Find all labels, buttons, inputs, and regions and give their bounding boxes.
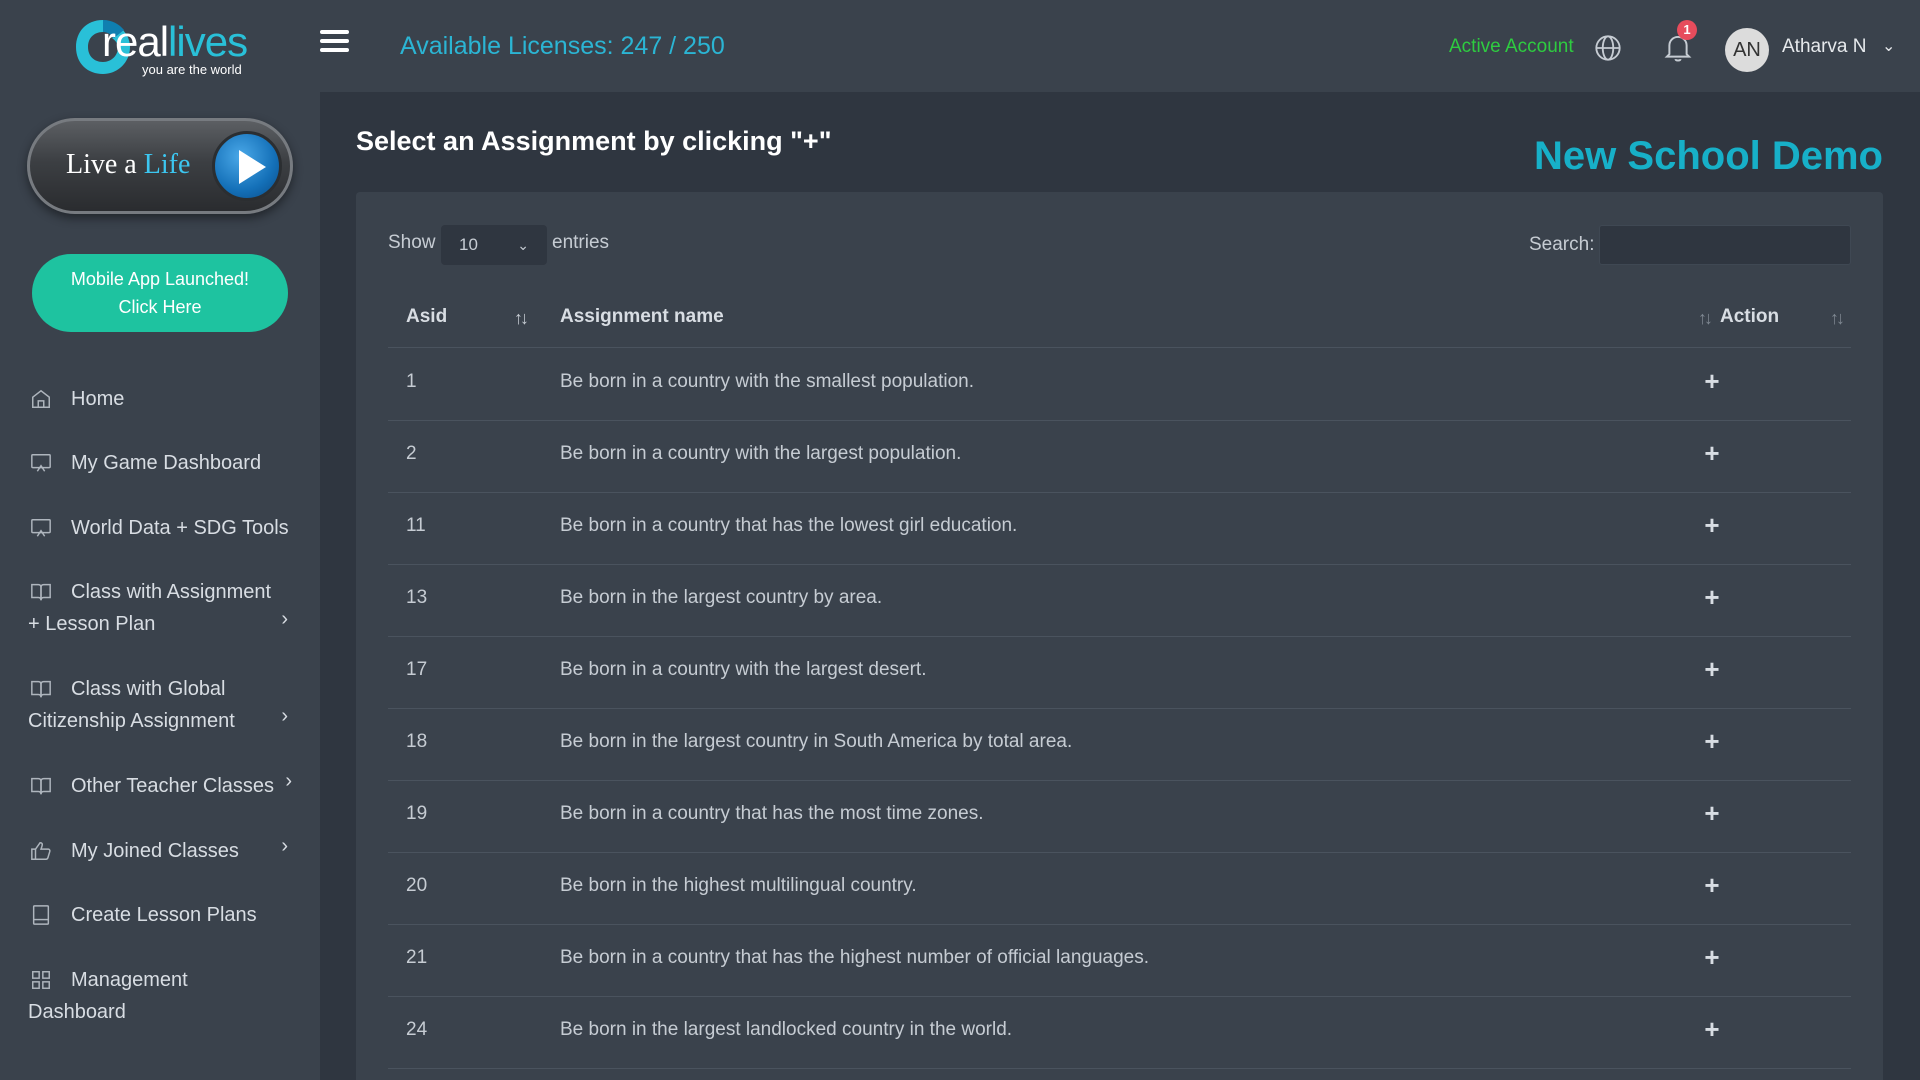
chevron-right-icon: › [281, 835, 288, 857]
search-label: Search: [1529, 234, 1595, 255]
asid-cell: 24 [406, 1019, 428, 1040]
sidebar: reallives you are the world Live a Life … [0, 0, 320, 1080]
mobile-app-line2: Click Here [118, 297, 202, 317]
sidebar-item-class-global[interactable]: Class with Global Citizenship Assignment… [28, 673, 300, 737]
chevron-down-icon[interactable]: ⌄ [1882, 36, 1895, 56]
table-row: 19 Be born in a country that has the mos… [388, 781, 1851, 853]
assignment-name-cell: Be born in a country that has the highes… [560, 947, 1150, 968]
logo-wordmark: reallives [102, 18, 248, 65]
assignment-name-cell: Be born in a country that has the most t… [560, 803, 984, 824]
show-label: Show [388, 232, 436, 253]
home-icon [32, 389, 50, 408]
assignment-name-cell: Be born in a country with the smallest p… [560, 371, 975, 392]
assignment-name-cell: Be born in the largest country in South … [560, 731, 1073, 752]
table-row: 21 Be born in a country that has the hig… [388, 925, 1851, 997]
add-assignment-button[interactable]: + [1698, 727, 1726, 755]
asid-cell: 17 [406, 659, 428, 680]
notification-badge: 1 [1677, 20, 1697, 40]
globe-icon[interactable] [1594, 34, 1622, 62]
top-bar: Available Licenses: 247 / 250 Active Acc… [320, 0, 1920, 92]
table-row: 11 Be born in a country that has the low… [388, 493, 1851, 565]
asid-cell: 1 [406, 371, 417, 392]
table-row: 18 Be born in the largest country in Sou… [388, 709, 1851, 781]
entries-label: entries [552, 232, 610, 253]
chevron-right-icon: › [281, 608, 288, 630]
sidebar-item-other-teacher-classes[interactable]: Other Teacher Classes › [28, 770, 300, 802]
chevron-right-icon: › [285, 770, 292, 792]
column-header-assignment-name[interactable]: Assignment name [560, 306, 724, 328]
add-assignment-button[interactable]: + [1698, 655, 1726, 683]
mobile-app-button[interactable]: Mobile App Launched! Click Here [32, 254, 288, 332]
sidebar-item-create-lesson-plans[interactable]: Create Lesson Plans [28, 899, 300, 931]
add-assignment-button[interactable]: + [1698, 871, 1726, 899]
book-icon [31, 680, 51, 698]
book-icon [31, 583, 51, 601]
user-name[interactable]: Atharva N [1782, 36, 1866, 58]
add-assignment-button[interactable]: + [1698, 439, 1726, 467]
monitor-icon [31, 519, 51, 537]
table-row: 20 Be born in the highest multilingual c… [388, 853, 1851, 925]
table-row: 17 Be born in a country with the largest… [388, 637, 1851, 709]
sidebar-item-management-dashboard[interactable]: Management Dashboard [28, 964, 300, 1028]
table-row: 1 Be born in a country with the smallest… [388, 349, 1851, 421]
sort-icon[interactable]: ↑↓ [1830, 308, 1845, 329]
available-licenses: Available Licenses: 247 / 250 [400, 32, 725, 60]
thumbs-up-icon [31, 842, 51, 860]
add-assignment-button[interactable]: + [1698, 799, 1726, 827]
school-name: New School Demo [1534, 134, 1883, 178]
live-a-life-button[interactable]: Live a Life [27, 118, 293, 214]
page-title: Select an Assignment by clicking "+" [356, 126, 832, 156]
table-header: Asid ↑↓ Assignment name ↑↓ Action ↑↓ [388, 292, 1851, 348]
monitor-icon [31, 454, 51, 472]
page-size-select[interactable]: 10 ⌄ [441, 225, 547, 265]
add-assignment-button[interactable]: + [1698, 583, 1726, 611]
hamburger-menu-icon[interactable] [320, 30, 352, 58]
asid-cell: 20 [406, 875, 428, 896]
notebook-icon [32, 905, 50, 925]
assignment-name-cell: Be born in a country with the largest po… [560, 443, 962, 464]
asid-cell: 21 [406, 947, 428, 968]
sidebar-item-joined-classes[interactable]: My Joined Classes › [28, 835, 300, 867]
assignment-name-cell: Be born in a country that has the lowest… [560, 515, 1018, 536]
logo-tagline: you are the world [142, 62, 242, 77]
sidebar-item-world-data[interactable]: World Data + SDG Tools [28, 512, 300, 544]
sidebar-item-home[interactable]: Home [28, 383, 300, 415]
table-row: 13 Be born in the largest country by are… [388, 565, 1851, 637]
sidebar-item-class-assignment[interactable]: Class with Assignment + Lesson Plan › [28, 576, 300, 640]
asid-cell: 13 [406, 587, 428, 608]
assignment-name-cell: Be born in the highest multilingual coun… [560, 875, 917, 896]
column-header-asid[interactable]: Asid [406, 306, 447, 328]
asid-cell: 2 [406, 443, 417, 464]
chevron-down-icon: ⌄ [517, 237, 529, 253]
sidebar-item-game-dashboard[interactable]: My Game Dashboard [28, 447, 300, 479]
add-assignment-button[interactable]: + [1698, 1015, 1726, 1043]
table-row: 2 Be born in a country with the largest … [388, 421, 1851, 493]
live-a-life-label: Live a Life [66, 149, 191, 180]
asid-cell: 11 [406, 515, 426, 536]
avatar[interactable]: AN [1725, 28, 1769, 72]
play-icon [212, 131, 282, 201]
asid-cell: 18 [406, 731, 428, 752]
assignments-table-card: Show 10 ⌄ entries Search: Asid ↑↓ Assign… [356, 192, 1883, 1080]
table-row: 24 Be born in the largest landlocked cou… [388, 997, 1851, 1069]
add-assignment-button[interactable]: + [1698, 367, 1726, 395]
mobile-app-line1: Mobile App Launched! [70, 269, 250, 289]
account-status: Active Account [1449, 36, 1574, 57]
add-assignment-button[interactable]: + [1698, 943, 1726, 971]
column-header-action[interactable]: Action [1720, 306, 1779, 328]
assignment-name-cell: Be born in the largest landlocked countr… [560, 1019, 1013, 1040]
sort-icon[interactable]: ↑↓ [1698, 308, 1713, 329]
search-input[interactable] [1599, 225, 1851, 265]
reallives-logo[interactable]: reallives you are the world [72, 14, 262, 84]
book-icon [31, 777, 51, 795]
sort-asc-icon[interactable]: ↑↓ [514, 308, 529, 329]
assignment-name-cell: Be born in a country with the largest de… [560, 659, 927, 680]
chevron-right-icon: › [281, 705, 288, 727]
asid-cell: 19 [406, 803, 428, 824]
assignment-name-cell: Be born in the largest country by area. [560, 587, 883, 608]
add-assignment-button[interactable]: + [1698, 511, 1726, 539]
grid-icon [32, 971, 50, 989]
